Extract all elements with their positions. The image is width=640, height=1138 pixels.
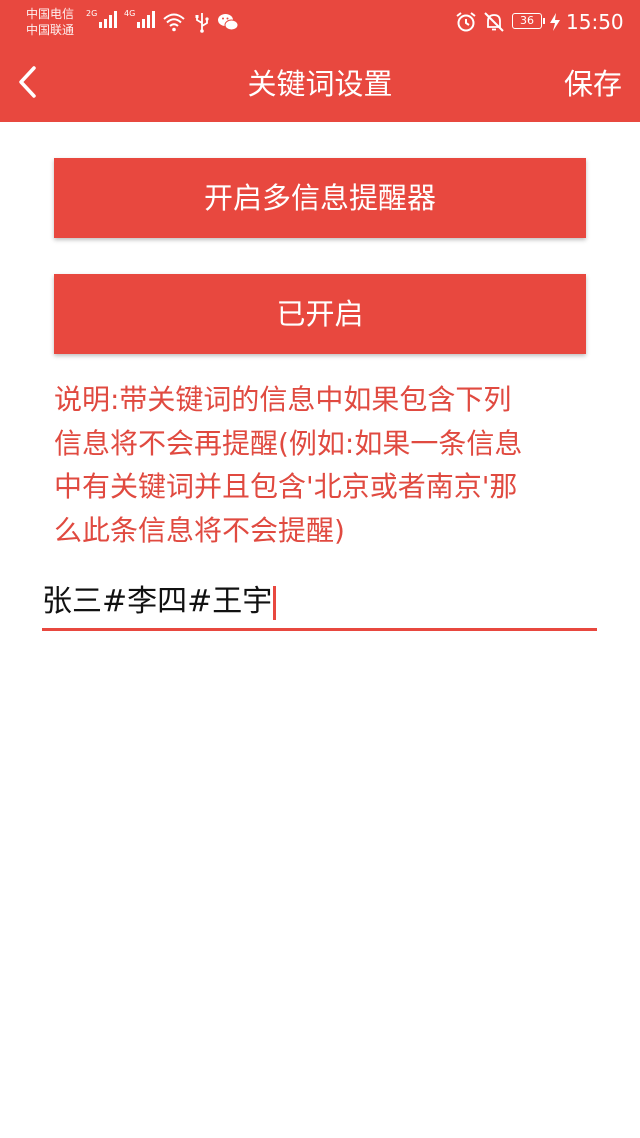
keyword-input[interactable]: 张三#李四#王宇 [42,578,597,631]
signal-icon [137,11,156,28]
clock: 15:50 [566,10,624,34]
description-text: 说明:带关键词的信息中如果包含下列 信息将不会再提醒(例如:如果一条信息 中有关… [54,378,594,552]
signal-icon [99,11,118,28]
carrier-2: 中国联通 [26,23,75,37]
mute-icon [484,12,504,32]
signal-1-group: 2G [86,10,118,28]
keyword-input-value: 张三#李四#王宇 [42,584,273,619]
signal-2-group: 4G [124,10,156,28]
description-line: 么此条信息将不会提醒) [54,513,345,547]
top-app-bar: 中国电信 中国联通 2G 4G 36 15:50 关键词设置 保存 [0,0,640,122]
signal-2-tag: 4G [124,9,136,18]
description-line: 信息将不会再提醒(例如:如果一条信息 [54,426,523,460]
status-bar: 中国电信 中国联通 2G 4G 36 15:50 [0,0,640,44]
save-button[interactable]: 保存 [564,64,622,104]
open-multi-reminder-button[interactable]: 开启多信息提醒器 [54,158,586,238]
page-title: 关键词设置 [247,67,393,101]
battery-cap [543,18,545,24]
battery-icon: 36 [512,13,542,29]
alarm-icon [456,12,476,32]
battery-level: 36 [520,14,534,27]
wechat-icon [218,14,239,31]
signal-1-tag: 2G [86,9,98,18]
text-caret [273,585,277,620]
carrier-labels: 中国电信 中国联通 [26,6,74,38]
charging-icon [550,13,560,31]
description-line: 说明:带关键词的信息中如果包含下列 [54,383,512,416]
usb-icon [195,13,209,33]
description-line: 中有关键词并且包含'北京或者南京'那 [54,470,518,503]
carrier-1: 中国电信 [26,7,75,21]
enabled-status-button[interactable]: 已开启 [54,274,586,354]
wifi-icon [163,13,185,32]
